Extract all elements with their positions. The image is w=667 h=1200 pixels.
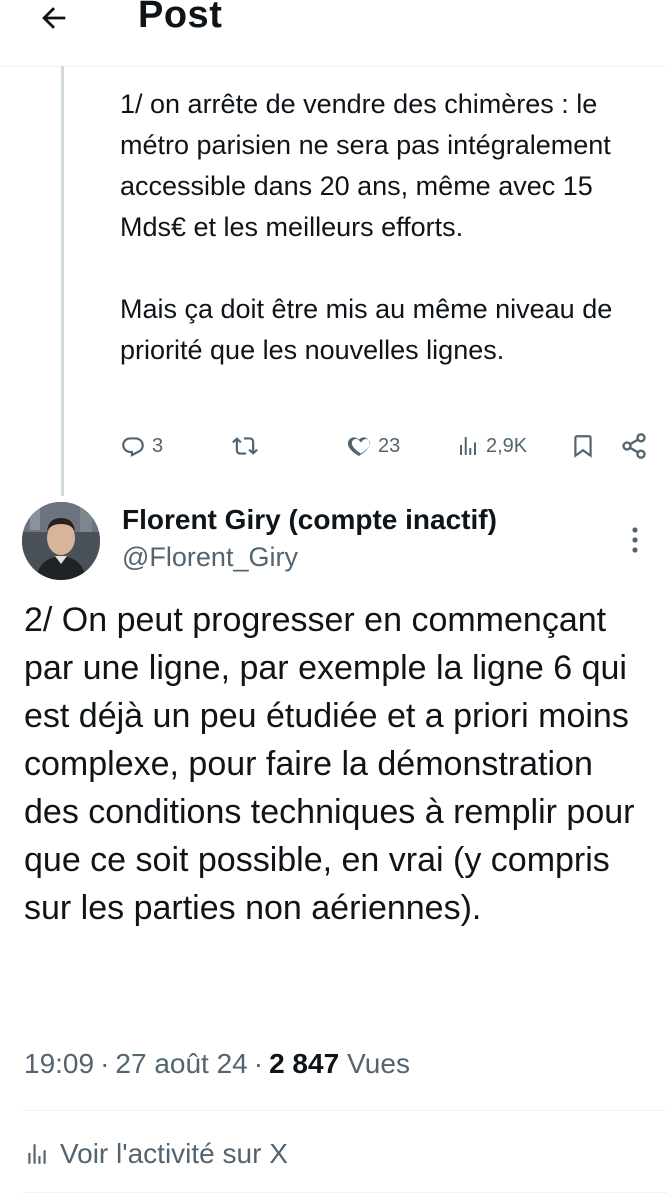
view-activity-link[interactable]: Voir l'activité sur X [24,1134,288,1174]
avatar[interactable] [22,502,100,580]
views-icon [460,437,476,455]
bookmark-button[interactable] [570,424,596,468]
reply-button[interactable]: 3 [120,424,163,468]
post-author-row: Florent Giry (compte inactif) @Florent_G… [0,500,667,584]
share-button[interactable] [620,424,648,468]
analytics-icon [28,1144,46,1164]
views-button[interactable]: 2,9K [456,424,527,468]
repost-icon [232,437,258,455]
top-bar: Post [0,0,667,67]
page-title: Post [138,0,223,36]
more-options-button[interactable] [620,520,650,564]
repost-button[interactable] [230,424,260,468]
bookmark-icon [574,435,592,458]
reply-count: 3 [152,434,164,457]
profile-photo-image [22,502,100,580]
previous-post-actions: 3 23 2,9K [0,424,667,468]
views-label: Vues [347,1048,410,1079]
divider [22,1110,667,1111]
post-meta: 19:09 · 27 août 24 · 2 847 Vues [24,1048,410,1080]
author-handle[interactable]: @Florent_Giry [122,542,298,573]
views-count: 2,9K [486,434,528,457]
meta-separator: · [100,1048,110,1079]
views-number: 2 847 [269,1048,340,1079]
view-activity-label: Voir l'activité sur X [60,1138,288,1169]
reply-icon [122,437,144,457]
arrow-left-icon [42,7,66,29]
more-vertical-icon [632,527,638,553]
like-icon [347,437,371,456]
post-date[interactable]: 27 août 24 [115,1048,247,1080]
back-button[interactable] [36,0,72,36]
post-text: 2/ On peut progresser en commençant par … [24,601,635,927]
divider [22,1192,667,1193]
post-time[interactable]: 19:09 [24,1048,94,1080]
previous-post-text: 1/ on arrête de vendre des chimères : le… [120,89,613,365]
author-display-name[interactable]: Florent Giry (compte inactif) [122,504,497,536]
share-icon [622,433,646,459]
meta-separator: · [253,1048,264,1079]
like-button[interactable]: 23 [346,424,400,468]
like-count: 23 [378,434,401,457]
